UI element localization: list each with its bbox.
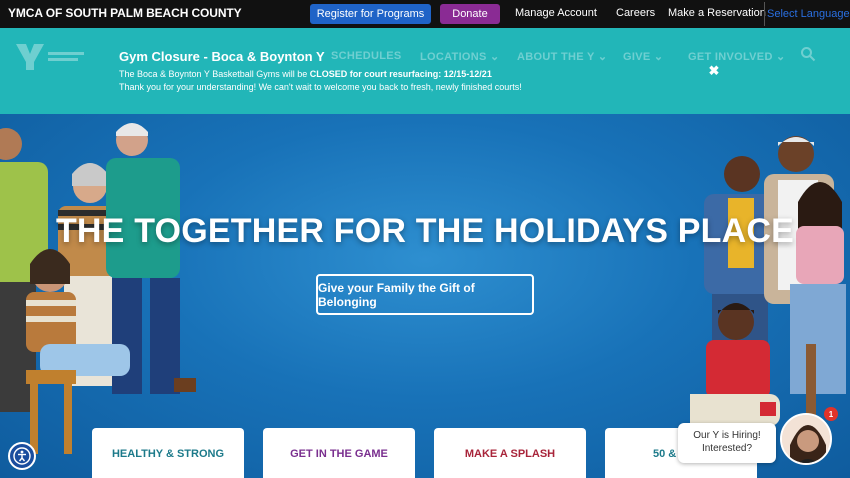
- chat-notification-badge: 1: [824, 407, 838, 421]
- hiring-chat-bubble[interactable]: Our Y is Hiring! Interested?: [678, 423, 776, 463]
- chat-line-1: Our Y is Hiring!: [693, 430, 761, 441]
- accessibility-button[interactable]: [8, 442, 36, 470]
- search-icon[interactable]: [800, 46, 816, 62]
- gift-of-belonging-button[interactable]: Give your Family the Gift of Belonging: [316, 274, 534, 315]
- main-navigation: SCHEDULES LOCATIONS ⌄ ABOUT THE Y ⌄ GIVE…: [0, 28, 850, 114]
- alert-message-closure-dates: CLOSED for court resurfacing: 12/15-12/2…: [309, 69, 492, 79]
- careers-link[interactable]: Careers: [616, 7, 655, 19]
- chat-line-2: Interested?: [701, 443, 753, 454]
- alert-message-prefix: The Boca & Boynton Y Basketball Gyms wil…: [119, 69, 310, 79]
- donate-button[interactable]: Donate: [440, 4, 500, 24]
- manage-account-link[interactable]: Manage Account: [515, 7, 597, 19]
- chat-avatar[interactable]: [780, 413, 832, 465]
- card-get-in-the-game[interactable]: GET IN THE GAME: [263, 428, 415, 478]
- card-healthy-and-strong[interactable]: HEALTHY & STRONG: [92, 428, 244, 478]
- card-label: MAKE A SPLASH: [464, 448, 556, 460]
- utility-bar: YMCA OF SOUTH PALM BEACH COUNTY Register…: [0, 0, 850, 28]
- card-label: HEALTHY & STRONG: [111, 448, 225, 460]
- close-icon[interactable]: ✖: [707, 63, 721, 78]
- nav-item-locations[interactable]: LOCATIONS ⌄: [420, 50, 500, 63]
- alert-message-line-2: Thank you for your understanding! We can…: [119, 82, 522, 92]
- nav-item-give[interactable]: GIVE ⌄: [623, 50, 663, 63]
- nav-item-get-involved[interactable]: GET INVOLVED ⌄: [688, 50, 786, 63]
- card-label: GET IN THE GAME: [290, 448, 388, 460]
- organization-name[interactable]: YMCA OF SOUTH PALM BEACH COUNTY: [8, 6, 242, 20]
- alert-message-line-1: The Boca & Boynton Y Basketball Gyms wil…: [119, 69, 492, 79]
- alert-title: Gym Closure - Boca & Boynton Y: [119, 49, 325, 64]
- nav-item-schedules[interactable]: SCHEDULES: [331, 50, 402, 62]
- hero-title: THE TOGETHER FOR THE HOLIDAYS PLACE: [55, 212, 795, 250]
- page: YMCA OF SOUTH PALM BEACH COUNTY Register…: [0, 0, 850, 478]
- ymca-logo-icon[interactable]: [8, 42, 88, 72]
- accessibility-icon: [13, 447, 31, 465]
- card-make-a-splash[interactable]: MAKE A SPLASH: [434, 428, 586, 478]
- hero-people-left-image: [0, 123, 196, 454]
- nav-item-about[interactable]: ABOUT THE Y ⌄: [517, 50, 607, 63]
- register-for-programs-button[interactable]: Register for Programs: [310, 4, 431, 24]
- language-select[interactable]: Select Language: [764, 2, 850, 26]
- make-a-reservation-link[interactable]: Make a Reservation: [668, 7, 766, 19]
